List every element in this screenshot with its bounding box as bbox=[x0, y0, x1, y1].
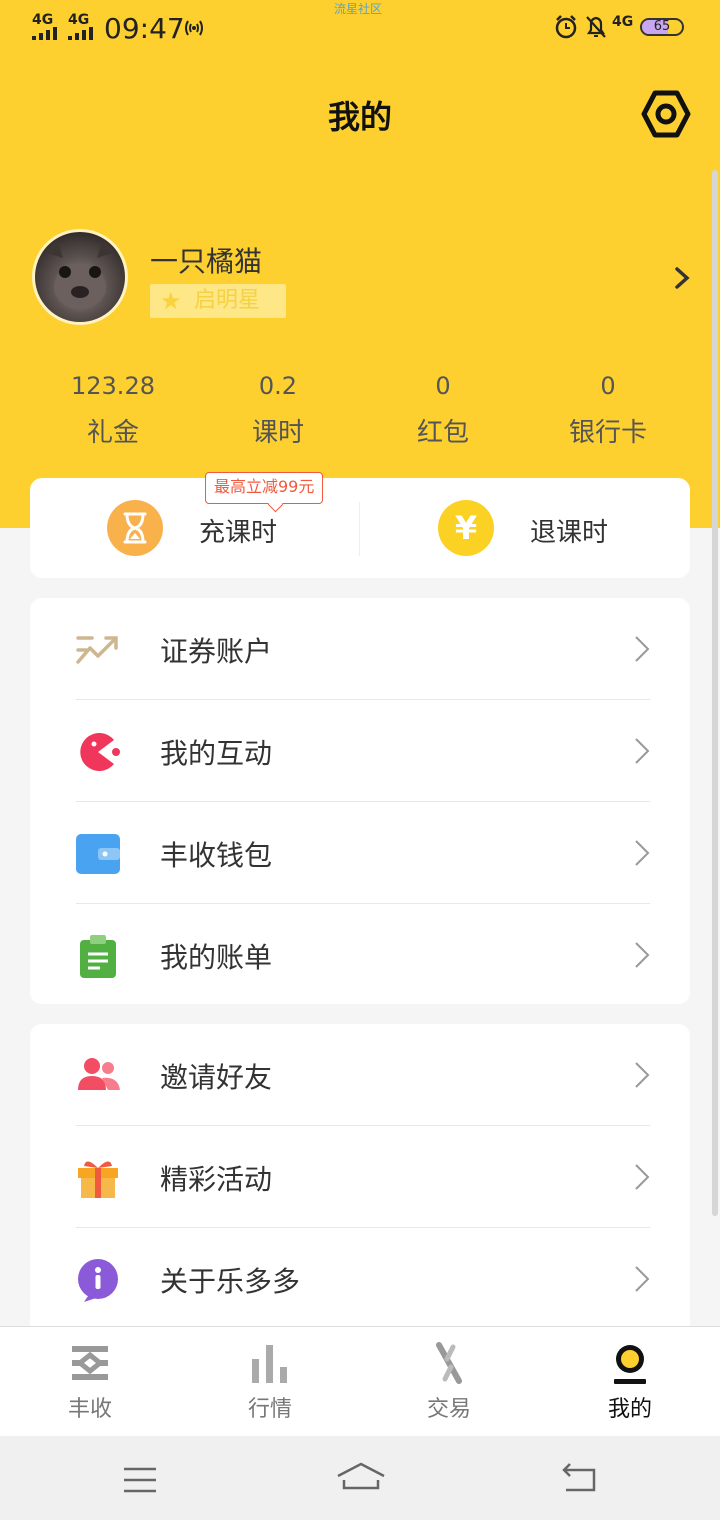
info-icon bbox=[78, 1259, 118, 1302]
wifi-calling-icon bbox=[185, 20, 203, 36]
recharge-label: 充课时 bbox=[199, 518, 278, 548]
page-title: 我的 bbox=[327, 98, 392, 136]
network-label: 4G bbox=[612, 14, 634, 30]
status-bar: 4G 4G 09:47 流星社区 4G 65 bbox=[0, 0, 720, 56]
alarm-icon bbox=[555, 15, 577, 39]
stat-value: 0.2 bbox=[258, 372, 298, 400]
menu-item-my-interaction[interactable]: 我的互动 bbox=[30, 700, 690, 802]
system-navigation-bar bbox=[0, 1436, 720, 1520]
tab-market[interactable]: 行情 bbox=[210, 1341, 330, 1423]
cat-avatar-image bbox=[45, 240, 115, 309]
menu-item-activities[interactable]: 精彩活动 bbox=[30, 1126, 690, 1228]
menu-item-securities-account[interactable]: 证券账户 bbox=[30, 598, 690, 700]
profile-icon bbox=[614, 1345, 646, 1384]
tab-harvest[interactable]: 丰收 bbox=[30, 1341, 150, 1423]
action-card: 充课时 ¥ 退课时 bbox=[30, 478, 690, 578]
menu-item-label: 我的互动 bbox=[160, 737, 273, 770]
tab-label: 行情 bbox=[247, 1397, 292, 1422]
status-time: 09:47 bbox=[104, 12, 185, 45]
stat-value: 0 bbox=[600, 372, 616, 400]
menu-item-label: 丰收钱包 bbox=[160, 839, 273, 872]
chart-icon bbox=[252, 1345, 287, 1383]
stat-gift-money[interactable]: 123.28 礼金 bbox=[38, 368, 188, 449]
harvest-icon bbox=[72, 1346, 108, 1380]
battery-level: 65 bbox=[653, 19, 671, 34]
back-icon[interactable] bbox=[560, 1462, 600, 1494]
tab-label: 丰收 bbox=[67, 1397, 112, 1422]
chevron-right-icon bbox=[635, 636, 650, 662]
refund-button[interactable]: ¥ 退课时 bbox=[360, 478, 690, 578]
scrollbar[interactable] bbox=[712, 170, 718, 1216]
settings-icon[interactable] bbox=[640, 88, 692, 140]
chevron-right-icon bbox=[635, 840, 650, 866]
promo-tag: 最高立减99元 bbox=[205, 472, 324, 504]
wallet-icon bbox=[76, 834, 120, 874]
stat-value: 0 bbox=[435, 372, 451, 400]
stat-red-packet[interactable]: 0 红包 bbox=[368, 368, 518, 449]
star-icon: ★ bbox=[160, 287, 182, 315]
stat-label: 课时 bbox=[251, 418, 304, 448]
stat-value: 123.28 bbox=[71, 372, 155, 400]
chevron-right-icon bbox=[635, 1164, 650, 1190]
menu-item-label: 我的账单 bbox=[160, 941, 273, 974]
avatar[interactable] bbox=[32, 229, 128, 325]
chevron-right-icon bbox=[635, 942, 650, 968]
gift-icon bbox=[78, 1161, 118, 1198]
battery-icon: 65 bbox=[640, 18, 684, 36]
tab-label: 我的 bbox=[607, 1397, 652, 1422]
chevron-right-icon bbox=[635, 738, 650, 764]
nickname: 一只橘猫 bbox=[150, 245, 263, 278]
stat-label: 礼金 bbox=[86, 418, 139, 448]
stat-label: 红包 bbox=[416, 418, 469, 448]
chevron-right-icon bbox=[635, 1062, 650, 1088]
stat-label: 银行卡 bbox=[568, 418, 647, 448]
trend-icon bbox=[76, 636, 118, 664]
menu-icon[interactable] bbox=[122, 1466, 158, 1494]
menu-card-1: 证券账户 我的互动 丰收钱包 我的账单 bbox=[30, 598, 690, 1004]
tab-trade[interactable]: 交易 bbox=[389, 1341, 509, 1423]
hourglass-icon bbox=[107, 500, 163, 556]
level-badge-label: 启明星 bbox=[194, 288, 261, 313]
tab-label: 交易 bbox=[426, 1397, 471, 1422]
signal-icon bbox=[68, 26, 93, 40]
menu-item-label: 证券账户 bbox=[160, 635, 273, 668]
mute-icon bbox=[586, 16, 606, 38]
pacman-icon bbox=[80, 733, 120, 771]
signal-icon bbox=[32, 26, 57, 40]
menu-item-my-bill[interactable]: 我的账单 bbox=[30, 904, 690, 1006]
menu-item-label: 邀请好友 bbox=[160, 1061, 273, 1094]
menu-item-label: 关于乐多多 bbox=[160, 1265, 301, 1298]
stat-class-hours[interactable]: 0.2 课时 bbox=[203, 368, 353, 449]
level-badge: ★ 启明星 bbox=[150, 284, 286, 318]
menu-item-about[interactable]: 关于乐多多 bbox=[30, 1228, 690, 1330]
watermark: 流星社区 bbox=[334, 2, 383, 16]
yen-glyph: ¥ bbox=[454, 509, 478, 547]
tab-my[interactable]: 我的 bbox=[570, 1341, 690, 1423]
menu-item-invite-friends[interactable]: 邀请好友 bbox=[30, 1024, 690, 1126]
menu-item-wallet[interactable]: 丰收钱包 bbox=[30, 802, 690, 904]
refund-label: 退课时 bbox=[530, 518, 609, 548]
yen-icon: ¥ bbox=[438, 500, 494, 556]
menu-item-label: 精彩活动 bbox=[160, 1163, 273, 1196]
stat-bank-card[interactable]: 0 银行卡 bbox=[533, 368, 683, 449]
bill-icon bbox=[80, 935, 116, 978]
trade-icon bbox=[436, 1342, 462, 1384]
chevron-right-icon[interactable] bbox=[674, 266, 690, 290]
friends-icon bbox=[78, 1058, 120, 1090]
menu-card-2: 邀请好友 精彩活动 关于乐多多 bbox=[30, 1024, 690, 1344]
bottom-tab-bar: 丰收 行情 交易 我的 bbox=[0, 1326, 720, 1437]
chevron-right-icon bbox=[635, 1266, 650, 1292]
home-icon[interactable] bbox=[336, 1460, 386, 1492]
